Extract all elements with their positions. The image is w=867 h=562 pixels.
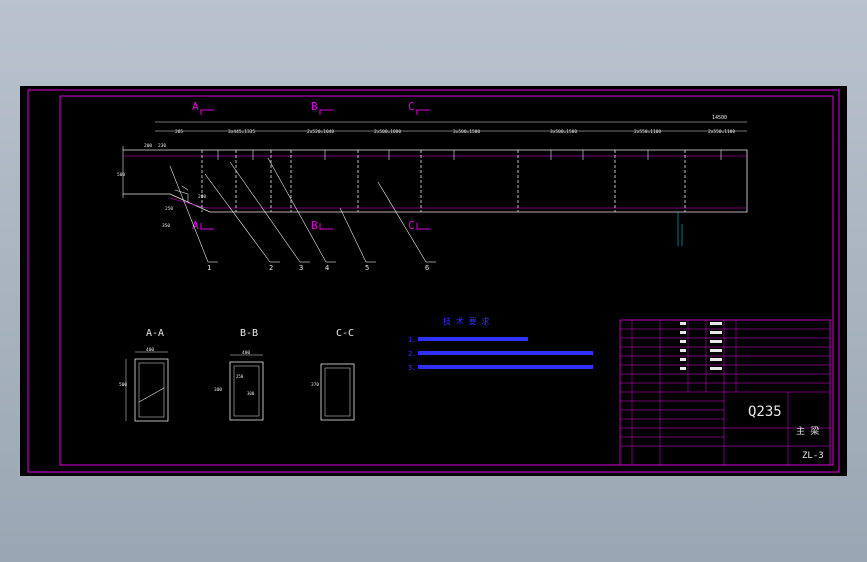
section-marker-c-bottom: C: [408, 219, 415, 232]
bottom-left-dim: 350: [162, 223, 170, 229]
segment-label-5: 3x500=1500: [453, 129, 480, 135]
notes-title: 技 术 要 求: [443, 316, 489, 326]
height-dim: 500: [117, 172, 125, 178]
callout-6: 6: [425, 264, 429, 272]
callout-3: 3: [299, 264, 303, 272]
part-callout-labels: 1 2 3 4 5 6: [207, 264, 429, 272]
section-b-title: B-B: [240, 328, 258, 339]
left-dim-1: 200: [144, 143, 152, 149]
section-markers-top: A B C: [192, 100, 430, 115]
callout-2: 2: [269, 264, 273, 272]
callout-1: 1: [207, 264, 211, 272]
cad-viewport[interactable]: A B C A B C 14500 285 3x445=1335 2x520=1…: [20, 86, 847, 476]
notes-line-3: 3.: [408, 364, 416, 372]
section-marker-b-top: B: [311, 100, 318, 113]
section-b-height: 300: [214, 387, 222, 393]
drawing-number-label: ZL-3: [802, 451, 824, 461]
technical-notes: 技 术 要 求 1. 2. 3.: [408, 316, 593, 372]
overall-dimension: 14500: [155, 115, 747, 123]
segment-label-2: 3x445=1335: [228, 129, 255, 135]
section-marker-a-top: A: [192, 100, 199, 113]
segment-label-6: 3x500=1500: [550, 129, 577, 135]
left-dim-2: 230: [158, 143, 166, 149]
segment-label-1: 285: [175, 129, 183, 135]
overall-dimension-label: 14500: [712, 115, 727, 121]
lower-dim-1: 250: [165, 206, 173, 212]
section-marker-c-top: C: [408, 100, 415, 113]
section-a-title: A-A: [146, 328, 164, 339]
segment-label-8: 2x550=1100: [708, 129, 735, 135]
segment-label-7: 2x550=1100: [634, 129, 661, 135]
callout-4: 4: [325, 264, 329, 272]
section-marker-b-bottom: B: [311, 219, 318, 232]
main-beam: [122, 146, 748, 246]
title-block: Q235 主 梁 ZL-3: [619, 319, 831, 466]
material-label: Q235: [748, 404, 782, 420]
callout-5: 5: [365, 264, 369, 272]
section-markers-bottom: A B C: [192, 219, 430, 232]
section-view-a: A-A 400 500: [119, 328, 169, 422]
segment-dimensions: 285 3x445=1335 2x520=1040 2x500=1000 3x5…: [155, 129, 747, 135]
section-view-c: C-C 370: [311, 328, 355, 421]
cad-drawing: A B C A B C 14500 285 3x445=1335 2x520=1…: [27, 89, 840, 473]
segment-label-3: 2x520=1040: [307, 129, 334, 135]
part-callouts: [169, 157, 436, 263]
notes-line-1: 1.: [408, 336, 416, 344]
section-b-width: 400: [242, 350, 250, 356]
section-view-b: B-B 400 300 250 300: [214, 328, 264, 421]
inner-border: [59, 95, 834, 466]
section-c-title: C-C: [336, 328, 354, 339]
part-name-label: 主 梁: [796, 425, 819, 437]
section-a-width: 400: [146, 347, 154, 353]
segment-label-4: 2x500=1000: [374, 129, 401, 135]
section-c-height: 370: [311, 382, 319, 388]
section-b-inner-2: 300: [247, 391, 255, 396]
section-b-inner-1: 250: [236, 374, 244, 379]
notes-line-2: 2.: [408, 350, 416, 358]
